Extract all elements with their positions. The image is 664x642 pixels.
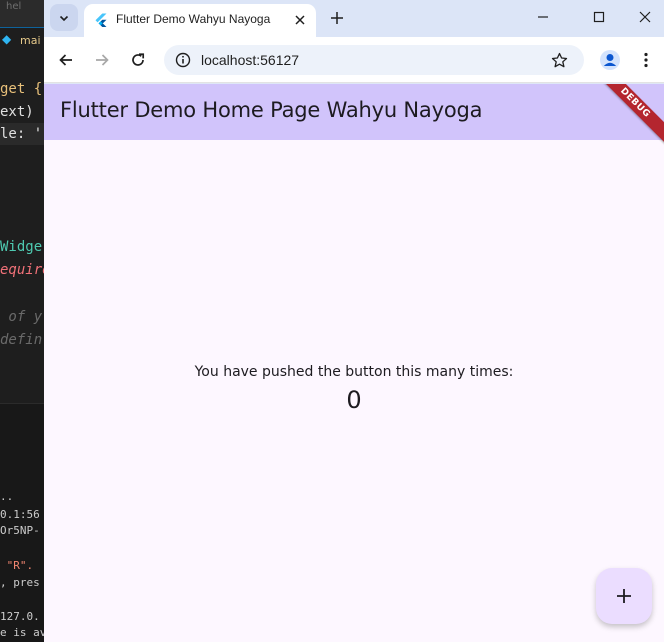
close-icon	[639, 11, 651, 23]
bookmark-button[interactable]	[548, 49, 570, 71]
code-line: Widge	[0, 239, 43, 255]
editor-tab[interactable]: ◆ mai	[0, 27, 44, 52]
maximize-button[interactable]	[576, 0, 622, 34]
code-line: equire	[0, 262, 44, 278]
counter-value: 0	[346, 386, 362, 414]
dart-file-icon: ◆	[2, 32, 12, 46]
browser-window: Flutter Demo Wahyu Nayoga localhost:5612…	[44, 0, 664, 642]
app-bar: Flutter Demo Home Page Wahyu Nayoga	[44, 84, 664, 140]
increment-button[interactable]	[596, 568, 652, 624]
flutter-app: Flutter Demo Home Page Wahyu Nayoga DEBU…	[44, 84, 664, 642]
tab-search-button[interactable]	[50, 4, 78, 31]
back-button[interactable]	[51, 45, 81, 75]
code-line: le: '	[0, 126, 43, 142]
terminal-panel: .. 0.1:56 Or5NP- "R". , pres 127.0. e is av	[0, 403, 44, 642]
terminal-line: , pres	[0, 576, 40, 589]
editor-tab-label: mai	[20, 34, 41, 47]
browser-toolbar: localhost:56127	[44, 37, 664, 83]
editor-search-bar[interactable]: hel	[0, 0, 44, 27]
minimize-icon	[538, 16, 548, 18]
plus-icon	[331, 12, 343, 24]
editor-search-text: hel	[6, 1, 22, 12]
reload-icon	[132, 53, 145, 66]
browser-title-bar: Flutter Demo Wahyu Nayoga	[44, 0, 664, 37]
chevron-down-icon	[59, 15, 69, 21]
maximize-icon	[593, 11, 605, 23]
info-icon	[175, 52, 191, 68]
address-bar[interactable]: localhost:56127	[164, 45, 584, 75]
minimize-button[interactable]	[520, 0, 566, 34]
arrow-left-icon	[59, 54, 72, 66]
code-line: ext)	[0, 104, 43, 120]
close-window-button[interactable]	[622, 0, 664, 34]
new-tab-button[interactable]	[324, 5, 350, 31]
code-line: get {	[0, 81, 43, 97]
terminal-line: Or5NP-	[0, 524, 40, 537]
forward-button[interactable]	[87, 45, 117, 75]
close-tab-button[interactable]	[290, 10, 310, 30]
browser-tab-active[interactable]: Flutter Demo Wahyu Nayoga	[84, 4, 316, 37]
url-text: localhost:56127	[201, 52, 300, 68]
site-info-button[interactable]	[172, 49, 194, 71]
app-title: Flutter Demo Home Page Wahyu Nayoga	[60, 98, 483, 122]
reload-button[interactable]	[123, 45, 153, 75]
arrow-right-icon	[96, 54, 109, 66]
avatar-icon	[600, 50, 620, 70]
star-icon	[551, 52, 567, 67]
counter-label: You have pushed the button this many tim…	[194, 364, 514, 380]
plus-icon	[617, 589, 631, 603]
flutter-logo-icon	[95, 13, 107, 27]
terminal-line: 127.0.	[0, 610, 40, 623]
terminal-line: 0.1:56	[0, 508, 40, 521]
terminal-line: "R".	[0, 559, 34, 572]
code-line: of y	[0, 309, 43, 325]
terminal-line: ..	[0, 490, 14, 503]
browser-menu-button[interactable]	[631, 45, 661, 75]
terminal-line: e is av	[0, 626, 44, 639]
profile-button[interactable]	[595, 45, 625, 75]
close-icon	[295, 15, 305, 25]
background-editor: hel ◆ mai get { ext) le: ' Widge equire of …	[0, 0, 44, 642]
kebab-menu-icon	[644, 52, 648, 68]
code-line: defin	[0, 332, 43, 348]
tab-title: Flutter Demo Wahyu Nayoga	[116, 12, 271, 26]
